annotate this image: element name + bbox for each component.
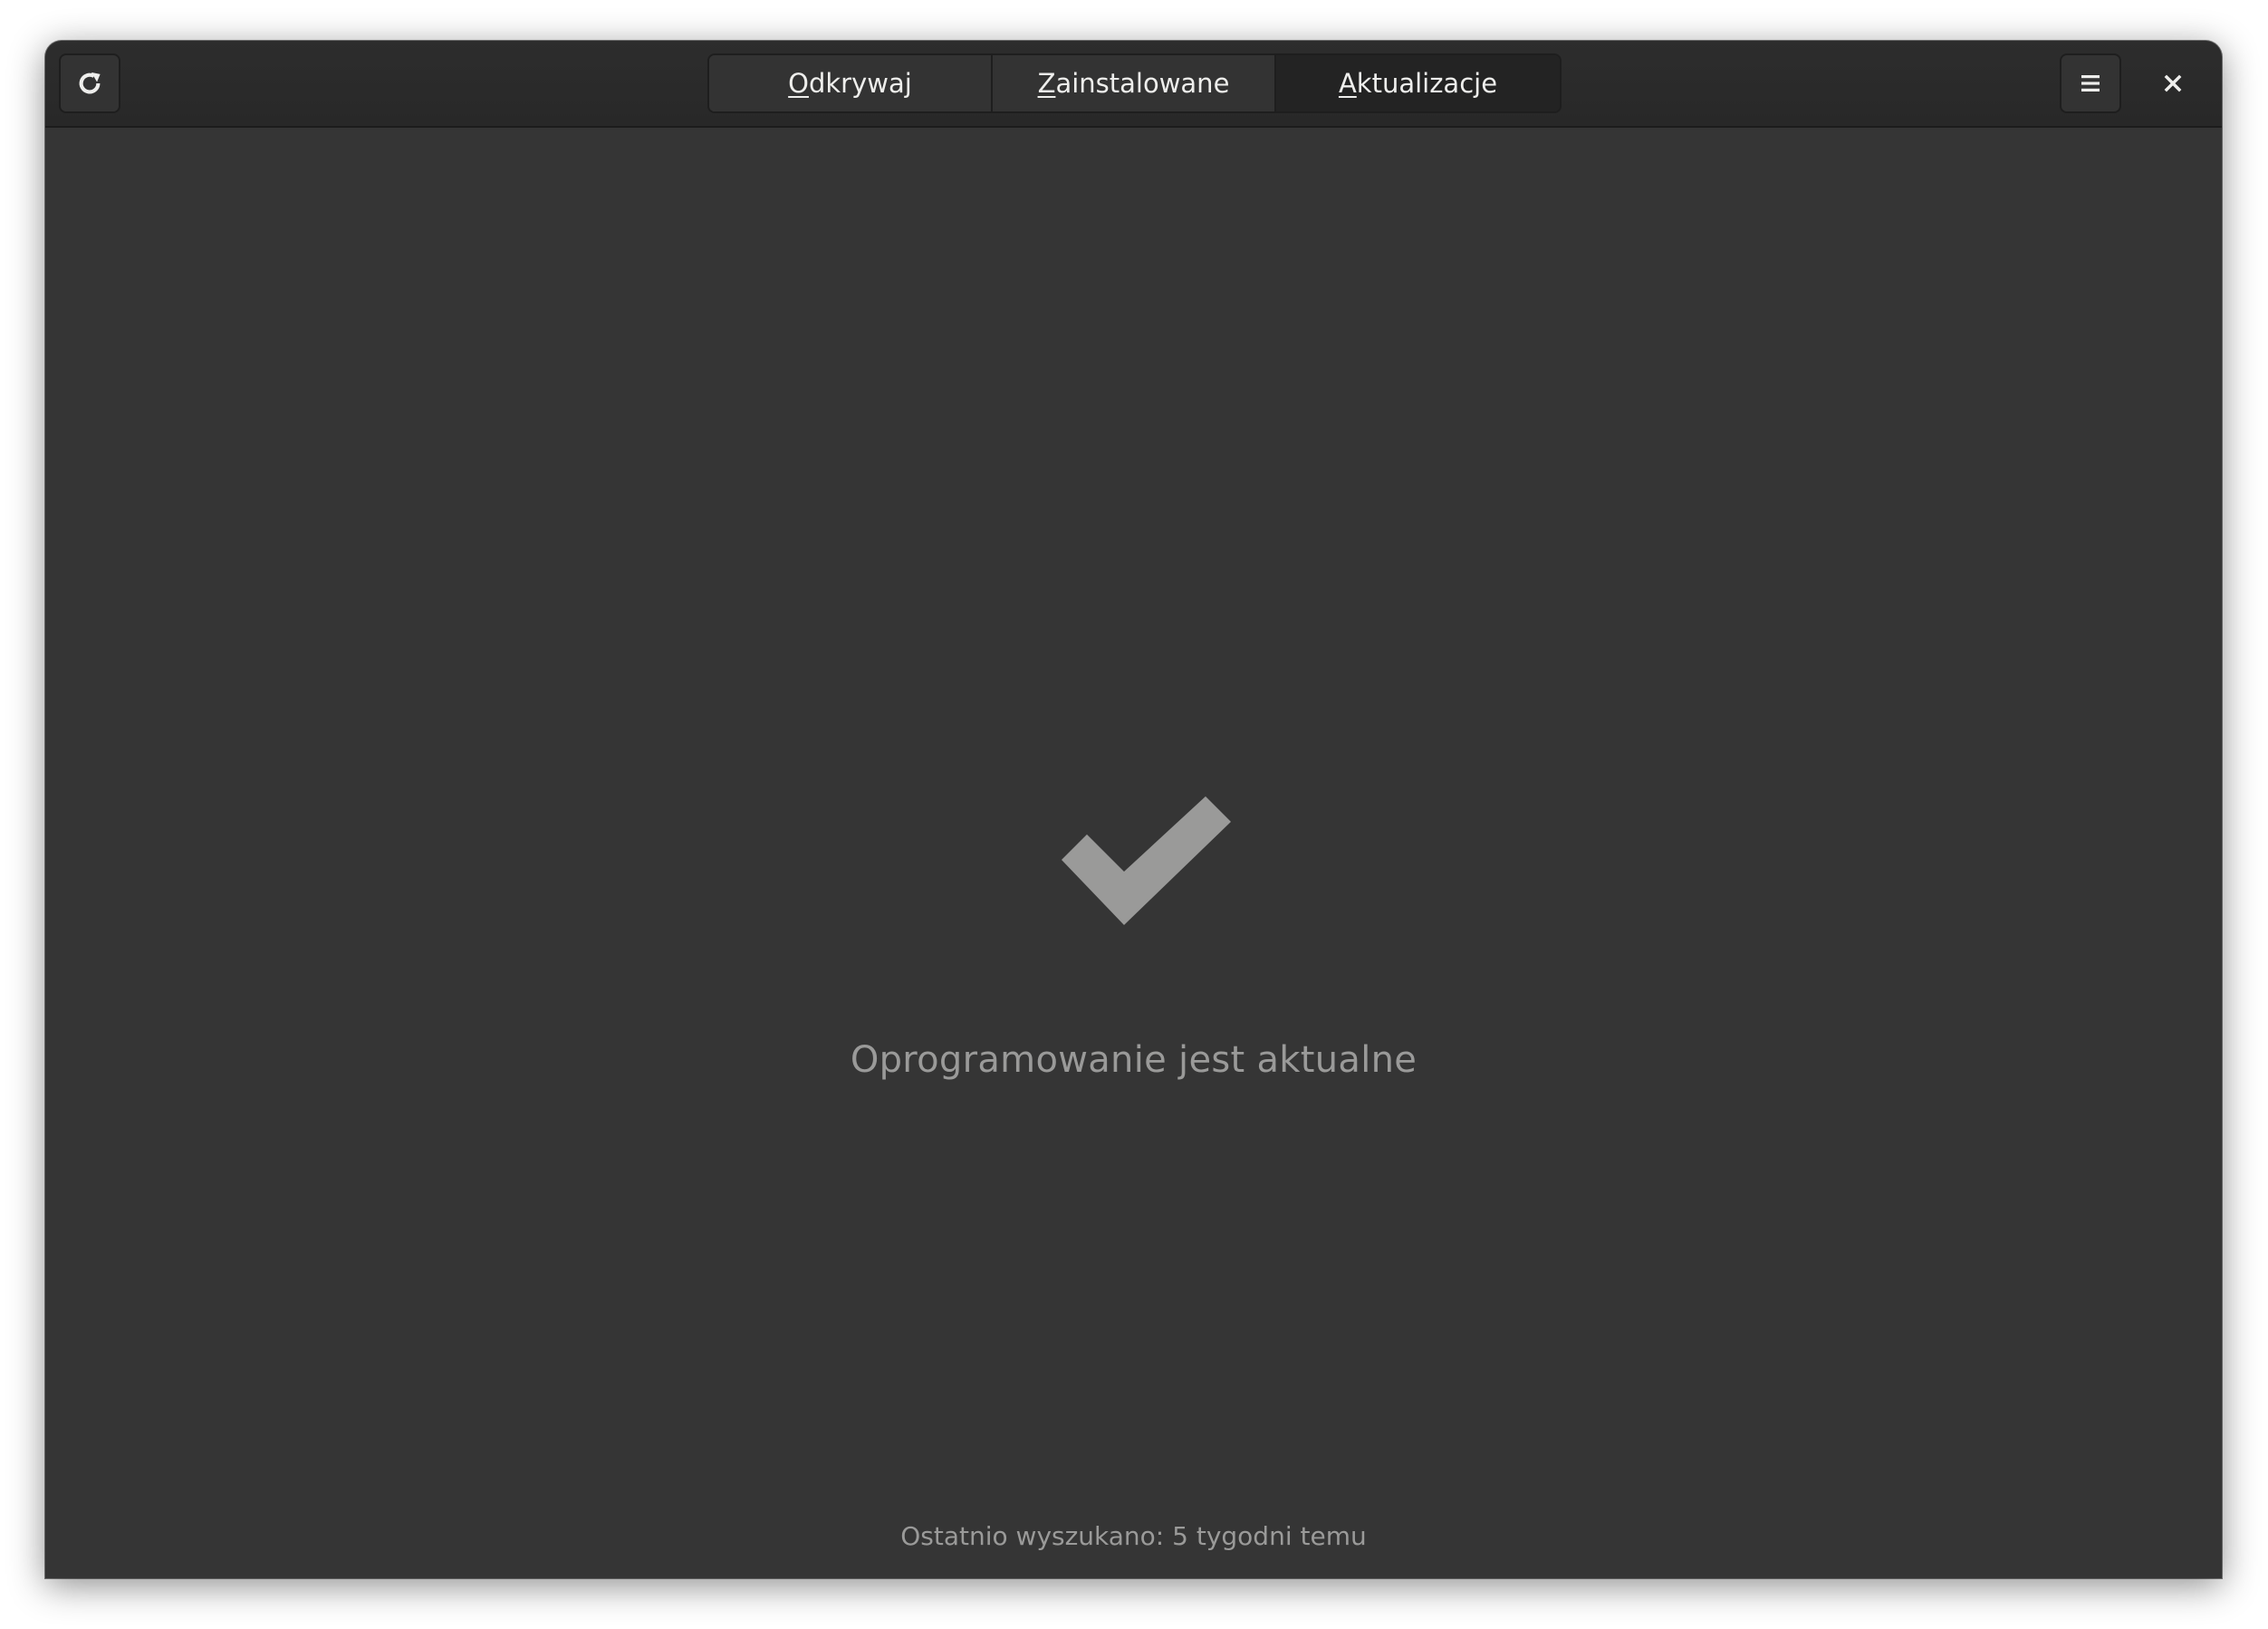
view-switcher: Odkrywaj Zainstalowane Aktualizacje bbox=[707, 53, 1562, 113]
tab-installed-mnemonic: Z bbox=[1037, 68, 1056, 99]
refresh-icon bbox=[79, 72, 101, 94]
refresh-button[interactable] bbox=[59, 53, 120, 113]
checkmark-icon bbox=[1062, 796, 1231, 925]
menu-button[interactable] bbox=[2060, 53, 2121, 113]
tab-updates[interactable]: Aktualizacje bbox=[1276, 55, 1560, 111]
tab-discover[interactable]: Odkrywaj bbox=[709, 55, 993, 111]
last-checked-label: Ostatnio wyszukano: 5 tygodni temu bbox=[900, 1521, 1367, 1551]
tab-updates-mnemonic: A bbox=[1338, 68, 1357, 99]
tab-updates-label: ktualizacje bbox=[1356, 68, 1498, 99]
tab-discover-mnemonic: O bbox=[788, 68, 809, 99]
tab-installed-label: ainstalowane bbox=[1055, 68, 1230, 99]
close-icon bbox=[2164, 74, 2182, 92]
hamburger-menu-icon bbox=[2081, 75, 2100, 92]
app-window: Odkrywaj Zainstalowane Aktualizacje Opro… bbox=[45, 41, 2222, 1578]
close-button[interactable] bbox=[2143, 53, 2203, 113]
headerbar: Odkrywaj Zainstalowane Aktualizacje bbox=[45, 41, 2222, 128]
tab-installed[interactable]: Zainstalowane bbox=[993, 55, 1276, 111]
updates-page: Oprogramowanie jest aktualne Ostatnio wy… bbox=[45, 128, 2222, 1578]
tab-discover-label: dkrywaj bbox=[808, 68, 912, 99]
status-title: Oprogramowanie jest aktualne bbox=[850, 1039, 1418, 1081]
